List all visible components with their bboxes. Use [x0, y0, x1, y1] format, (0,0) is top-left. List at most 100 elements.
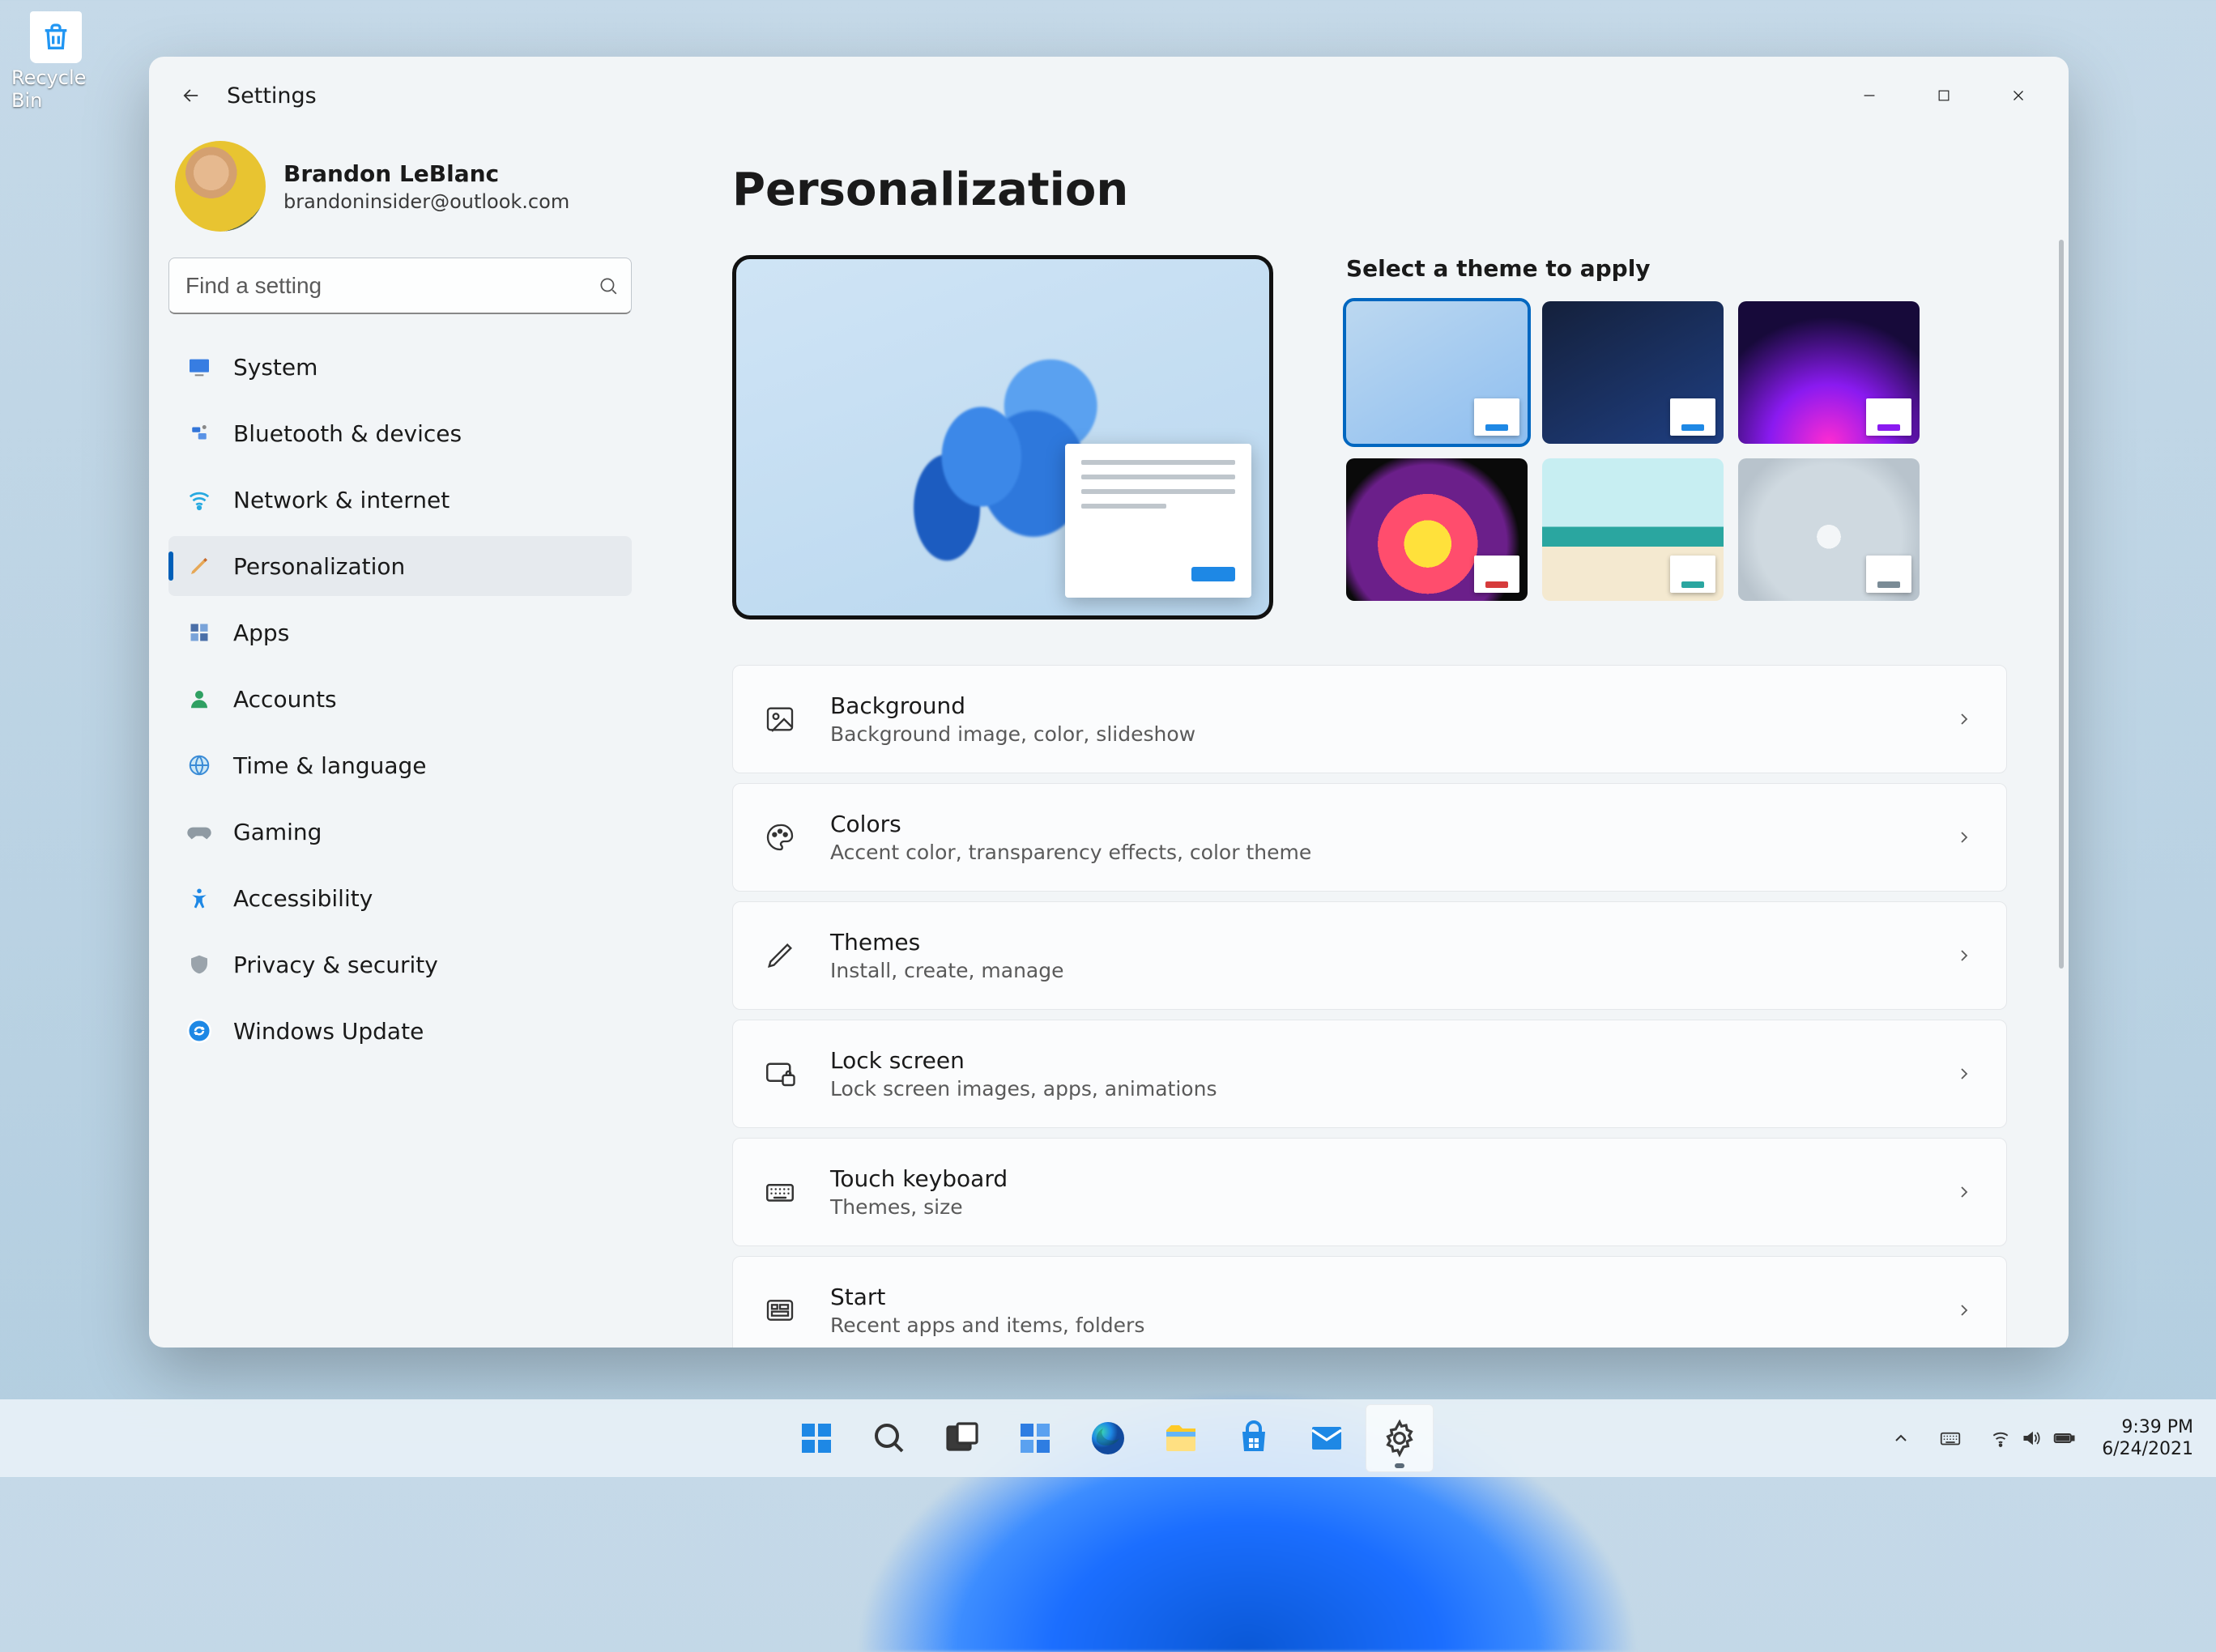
theme-thumb-4[interactable]: [1542, 458, 1724, 601]
sidebar-item-label: Accessibility: [233, 885, 373, 912]
chevron-right-icon: [1954, 1182, 1974, 1202]
sidebar: Brandon LeBlanc brandoninsider@outlook.c…: [149, 134, 651, 1348]
theme-thumb-3[interactable]: [1346, 458, 1528, 601]
card-title: Background: [830, 692, 1195, 719]
sidebar-item-apps[interactable]: Apps: [168, 602, 632, 662]
mail-icon: [1307, 1419, 1346, 1458]
start-layout-icon: [761, 1291, 799, 1330]
settings-card-background[interactable]: BackgroundBackground image, color, slide…: [732, 665, 2007, 773]
keyboard-icon: [761, 1173, 799, 1211]
taskbar-widgets[interactable]: [1001, 1404, 1069, 1472]
back-arrow-icon: [180, 84, 202, 107]
sidebar-item-label: Windows Update: [233, 1018, 424, 1045]
taskbar-mail[interactable]: [1293, 1404, 1361, 1472]
sidebar-item-label: System: [233, 354, 317, 381]
maximize-button[interactable]: [1907, 71, 1981, 120]
maximize-icon: [1936, 87, 1952, 104]
sidebar-item-accounts[interactable]: Accounts: [168, 669, 632, 729]
tray-quick-settings[interactable]: [1979, 1409, 2087, 1467]
minimize-button[interactable]: [1832, 71, 1907, 120]
edge-icon: [1089, 1419, 1127, 1458]
card-subtitle: Recent apps and items, folders: [830, 1314, 1144, 1337]
keyboard-icon: [1938, 1426, 1962, 1450]
close-icon: [2009, 87, 2027, 104]
windows-update-icon: [185, 1016, 214, 1045]
desktop-icon-recycle-bin[interactable]: Recycle Bin: [11, 11, 100, 112]
sidebar-item-label: Network & internet: [233, 487, 450, 513]
avatar: [175, 141, 266, 232]
settings-card-start[interactable]: Start Recent apps and items, folders: [732, 1256, 2007, 1348]
taskbar-task-view[interactable]: [928, 1404, 996, 1472]
settings-card-colors[interactable]: ColorsAccent color, transparency effects…: [732, 783, 2007, 892]
tray-input-indicator[interactable]: [1927, 1409, 1974, 1467]
sidebar-item-system[interactable]: System: [168, 337, 632, 397]
taskbar-settings[interactable]: [1366, 1404, 1434, 1472]
sidebar-item-time-language[interactable]: Time & language: [168, 735, 632, 795]
taskbar-store[interactable]: [1220, 1404, 1288, 1472]
titlebar: Settings: [149, 57, 2069, 134]
time-language-icon: [185, 751, 214, 780]
bluetooth-icon: [185, 419, 214, 448]
profile-card[interactable]: Brandon LeBlanc brandoninsider@outlook.c…: [168, 134, 632, 251]
gear-icon: [1380, 1419, 1419, 1458]
widgets-icon: [1016, 1419, 1055, 1458]
volume-icon: [2021, 1428, 2042, 1449]
theme-thumb-accent: [1866, 556, 1911, 593]
sidebar-item-windows-update[interactable]: Windows Update: [168, 1001, 632, 1061]
theme-thumb-1[interactable]: [1542, 301, 1724, 444]
system-icon: [185, 352, 214, 381]
accounts-icon: [185, 684, 214, 713]
taskbar: 9:39 PM 6/24/2021: [0, 1399, 2216, 1477]
start-button[interactable]: [782, 1404, 850, 1472]
profile-name: Brandon LeBlanc: [283, 160, 569, 187]
card-subtitle: Install, create, manage: [830, 959, 1064, 982]
card-title: Lock screen: [830, 1047, 1217, 1074]
sidebar-item-accessibility[interactable]: Accessibility: [168, 868, 632, 928]
pen-icon: [761, 936, 799, 975]
card-subtitle: Themes, size: [830, 1195, 1008, 1219]
task-view-icon: [943, 1419, 982, 1458]
theme-thumb-0[interactable]: [1346, 301, 1528, 444]
tray-clock[interactable]: 9:39 PM 6/24/2021: [2092, 1416, 2203, 1461]
taskbar-search[interactable]: [855, 1404, 923, 1472]
sidebar-item-personalization[interactable]: Personalization: [168, 536, 632, 596]
scrollbar[interactable]: [2059, 240, 2064, 969]
sidebar-item-gaming[interactable]: Gaming: [168, 802, 632, 862]
chevron-right-icon: [1954, 828, 1974, 847]
preview-mock-window: [1065, 444, 1251, 598]
card-title: Start: [830, 1284, 1144, 1310]
theme-thumb-accent: [1474, 398, 1519, 436]
sidebar-item-bluetooth[interactable]: Bluetooth & devices: [168, 403, 632, 463]
settings-window: Settings Brandon LeBlanc brandoninsider@…: [149, 57, 2069, 1348]
sidebar-item-label: Bluetooth & devices: [233, 420, 462, 447]
theme-thumb-accent: [1474, 556, 1519, 593]
network-icon: [185, 485, 214, 514]
taskbar-file-explorer[interactable]: [1147, 1404, 1215, 1472]
theme-thumb-accent: [1866, 398, 1911, 436]
taskbar-center: [782, 1404, 1434, 1472]
chevron-right-icon: [1954, 709, 1974, 729]
back-button[interactable]: [168, 73, 214, 118]
taskbar-edge[interactable]: [1074, 1404, 1142, 1472]
sidebar-item-network[interactable]: Network & internet: [168, 470, 632, 530]
settings-card-themes[interactable]: ThemesInstall, create, manage: [732, 901, 2007, 1010]
settings-card-touch-keyboard[interactable]: Touch keyboardThemes, size: [732, 1138, 2007, 1246]
search-input[interactable]: [168, 258, 632, 314]
sidebar-item-privacy-security[interactable]: Privacy & security: [168, 935, 632, 994]
clock-time: 9:39 PM: [2121, 1416, 2193, 1439]
close-button[interactable]: [1981, 71, 2056, 120]
store-icon: [1234, 1419, 1273, 1458]
settings-card-lock-screen[interactable]: Lock screenLock screen images, apps, ani…: [732, 1020, 2007, 1128]
minimize-icon: [1860, 87, 1878, 104]
system-tray: 9:39 PM 6/24/2021: [1880, 1409, 2216, 1467]
theme-thumb-2[interactable]: [1738, 301, 1920, 444]
file-explorer-icon: [1161, 1419, 1200, 1458]
search-wrap: [168, 258, 632, 314]
tray-overflow-button[interactable]: [1880, 1409, 1922, 1467]
theme-thumb-5[interactable]: [1738, 458, 1920, 601]
privacy-icon: [185, 950, 214, 979]
main-content: Personalization Select a theme to apply …: [651, 134, 2069, 1348]
chevron-right-icon: [1954, 1301, 1974, 1320]
search-icon: [870, 1419, 909, 1458]
recycle-bin-icon: [30, 11, 82, 63]
